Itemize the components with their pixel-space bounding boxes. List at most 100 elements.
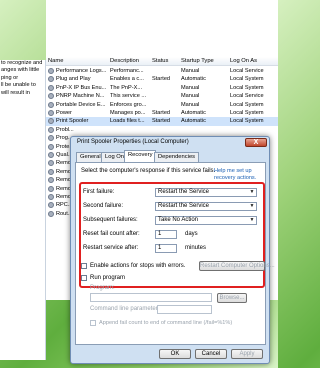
second-failure-select[interactable]: Restart the Service ▼	[155, 202, 257, 211]
service-name: PNRP Machine N...	[56, 93, 105, 100]
service-log-on-as: Local System	[230, 118, 264, 125]
reset-fail-count-label: Reset fail count after:	[83, 231, 140, 237]
append-failcount-checkbox[interactable]	[90, 320, 96, 326]
service-startup-type: Automatic	[181, 118, 206, 125]
service-description: Loads files t...	[110, 118, 145, 125]
table-row[interactable]: Probl...	[46, 126, 278, 134]
chevron-down-icon: ▼	[249, 203, 255, 209]
first-failure-label: First failure:	[83, 189, 115, 195]
column-name[interactable]: Name	[48, 58, 63, 64]
dialog-title: Print Spooler Properties (Local Computer…	[77, 139, 189, 145]
gear-icon	[48, 160, 54, 167]
service-startup-type: Automatic	[181, 76, 206, 83]
service-description: Enables a c...	[110, 76, 144, 83]
restart-minutes-input[interactable]: 1	[155, 244, 177, 253]
service-log-on-as: Local Service	[230, 68, 264, 74]
properties-dialog: Print Spooler Properties (Local Computer…	[70, 136, 275, 364]
help-link[interactable]: Help me set up recovery actions.	[214, 168, 258, 181]
gear-icon	[48, 101, 54, 108]
run-program-checkbox[interactable]	[81, 275, 87, 281]
reset-days-input[interactable]: 1	[155, 230, 177, 239]
table-row[interactable]: Print Spooler Loads files t... Started Auto…	[46, 117, 278, 126]
service-name: Plug and Play	[56, 76, 91, 83]
table-row[interactable]: Power Manages po... Started Automatic Local …	[46, 109, 278, 117]
cmdline-field[interactable]	[157, 305, 212, 314]
minutes-label: minutes	[185, 245, 207, 251]
service-name: PnP-X IP Bus Enu...	[56, 84, 107, 91]
ok-button[interactable]: OK	[159, 349, 191, 359]
gear-icon	[48, 118, 54, 125]
gear-icon	[48, 177, 54, 184]
table-row[interactable]: Plug and Play Enables a c... Started Automa…	[46, 75, 278, 83]
column-startup-type[interactable]: Startup Type	[181, 58, 214, 64]
column-log-on-as[interactable]: Log On As	[230, 58, 257, 64]
append-failcount-label: Append fail count to end of command line…	[99, 320, 233, 326]
service-startup-type: Manual	[181, 68, 200, 74]
gear-icon	[48, 68, 54, 74]
table-row[interactable]: Portable Device E... Enforces gro... Manua…	[46, 101, 278, 109]
gear-icon	[48, 110, 54, 116]
service-description: Performanc...	[110, 68, 144, 74]
enable-actions-checkbox[interactable]	[81, 263, 87, 269]
program-field[interactable]	[90, 293, 212, 302]
description-line: anges with little	[1, 67, 40, 74]
service-log-on-as: Local Service	[230, 93, 264, 100]
table-row[interactable]: Performance Logs... Performanc... Manual Lo…	[46, 67, 278, 75]
first-failure-select[interactable]: Restart the Service ▼	[155, 188, 257, 197]
description-line: will result in	[1, 89, 30, 96]
service-description: The PnP-X...	[110, 84, 143, 91]
restart-computer-options-button[interactable]: Restart Computer Options...	[199, 261, 275, 271]
gear-icon	[48, 202, 54, 209]
gear-icon	[48, 185, 54, 192]
service-status: Started	[152, 76, 171, 83]
service-log-on-as: Local System	[230, 101, 264, 108]
gear-icon	[48, 143, 54, 150]
gear-icon	[48, 84, 54, 91]
chevron-down-icon: ▼	[249, 189, 255, 195]
gear-icon	[48, 93, 54, 100]
subsequent-failures-label: Subsequent failures:	[83, 217, 138, 223]
service-name: Print Spooler	[56, 118, 89, 125]
table-row[interactable]: PnP-X IP Bus Enu... The PnP-X... Manual Loc…	[46, 84, 278, 92]
service-status: Started	[152, 118, 171, 125]
table-row[interactable]: PNRP Machine N... This service ... Manual L…	[46, 92, 278, 100]
service-name: Performance Logs...	[56, 68, 107, 74]
service-startup-type: Manual	[181, 84, 200, 91]
service-description: This service ...	[110, 93, 147, 100]
service-status: Started	[152, 110, 171, 116]
service-log-on-as: Local System	[230, 110, 264, 116]
service-name: Power	[56, 110, 72, 116]
service-description: Enforces gro...	[110, 101, 147, 108]
service-description: Manages po...	[110, 110, 146, 116]
run-program-label: Run program	[90, 275, 126, 281]
cmdline-label: Command line parameters:	[90, 306, 163, 312]
service-name: Portable Device E...	[56, 101, 106, 108]
enable-actions-label: Enable actions for stops with errors.	[90, 263, 186, 269]
close-button[interactable]: X	[245, 138, 267, 147]
services-header: Name Description Status Startup Type Log…	[46, 57, 278, 66]
program-label: Program:	[90, 285, 115, 291]
apply-button[interactable]: Apply	[231, 349, 263, 359]
description-line: ll be unable to	[1, 82, 36, 89]
subsequent-failures-select[interactable]: Take No Action ▼	[155, 216, 257, 225]
second-failure-label: Second failure:	[83, 203, 124, 209]
column-description[interactable]: Description	[110, 58, 139, 64]
restart-service-label: Restart service after:	[83, 245, 139, 251]
service-log-on-as: Local System	[230, 76, 264, 83]
gear-icon	[48, 210, 54, 217]
description-line: to recognize and	[1, 60, 43, 66]
service-log-on-as: Local System	[230, 84, 264, 91]
gear-icon	[48, 152, 54, 158]
service-startup-type: Manual	[181, 93, 200, 100]
column-status[interactable]: Status	[152, 58, 168, 64]
service-name: Probl...	[56, 126, 74, 133]
service-startup-type: Automatic	[181, 110, 206, 116]
days-label: days	[185, 231, 198, 237]
tab-dependencies[interactable]: Dependencies	[154, 152, 200, 162]
gear-icon	[48, 168, 54, 175]
gear-icon	[48, 194, 54, 200]
browse-button[interactable]: Browse...	[217, 293, 247, 303]
service-startup-type: Manual	[181, 101, 200, 108]
gear-icon	[48, 76, 54, 83]
cancel-button[interactable]: Cancel	[195, 349, 227, 359]
